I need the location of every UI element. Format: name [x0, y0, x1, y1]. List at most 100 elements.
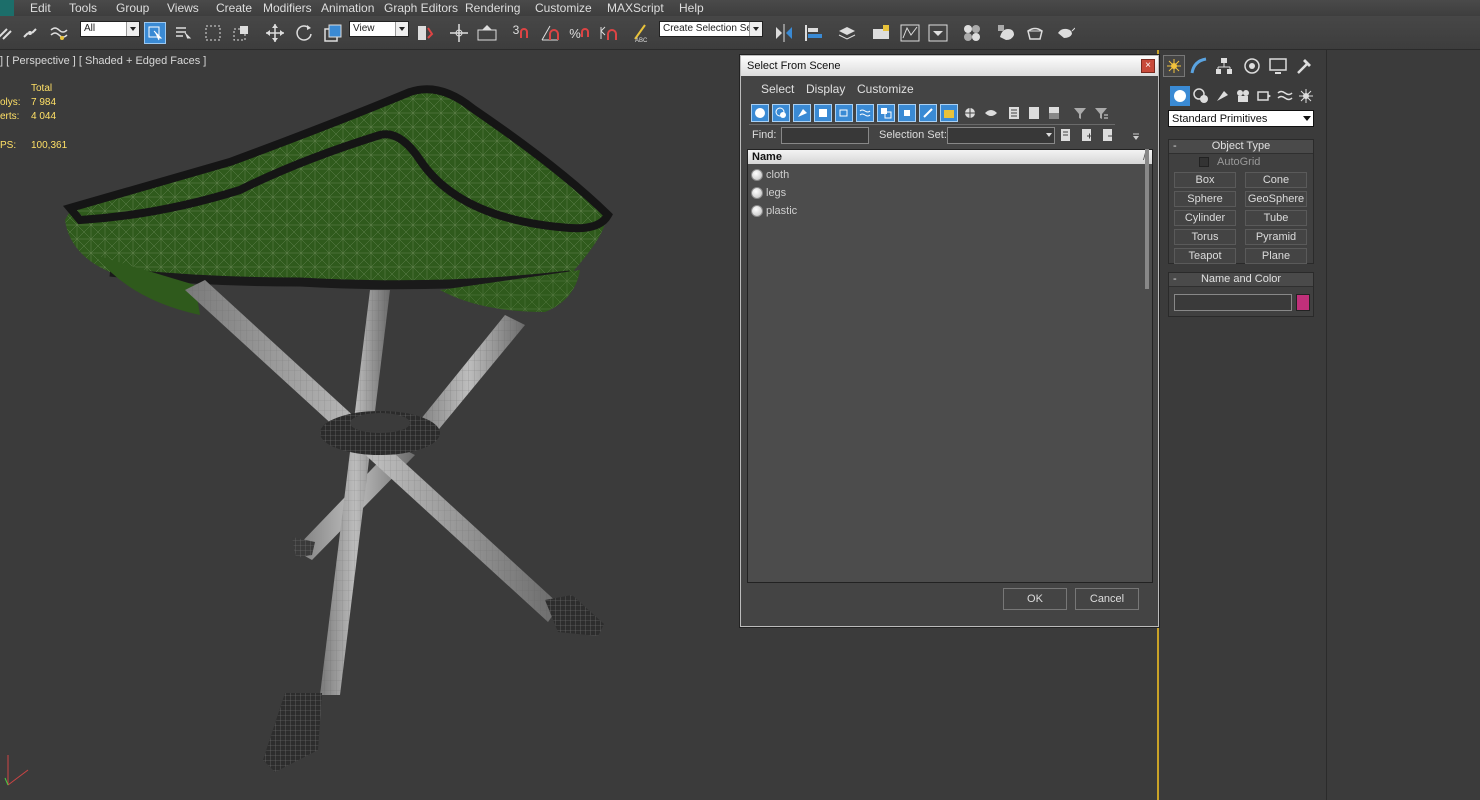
- name-and-color-header[interactable]: - Name and Color: [1169, 273, 1313, 287]
- torus-button[interactable]: Torus: [1174, 229, 1236, 245]
- link-icon[interactable]: [0, 22, 16, 44]
- menu-graph-editors[interactable]: Graph Editors: [384, 1, 458, 15]
- display-hidden-icon[interactable]: [982, 104, 1000, 122]
- display-containers-icon[interactable]: [940, 104, 958, 122]
- rendered-frame-window-icon[interactable]: [1024, 22, 1046, 44]
- find-input[interactable]: [781, 127, 869, 144]
- object-color-swatch[interactable]: [1296, 294, 1310, 311]
- render-production-icon[interactable]: [1054, 22, 1076, 44]
- sphere-button[interactable]: Sphere: [1174, 191, 1236, 207]
- lights-category-icon[interactable]: [1212, 86, 1232, 106]
- systems-category-icon[interactable]: [1296, 86, 1316, 106]
- align-icon[interactable]: [802, 22, 824, 44]
- display-geometry-icon[interactable]: [751, 104, 769, 122]
- render-setup-icon[interactable]: [995, 22, 1017, 44]
- display-shapes-icon[interactable]: [772, 104, 790, 122]
- display-frozen-icon[interactable]: [961, 104, 979, 122]
- object-type-header[interactable]: - Object Type: [1169, 140, 1313, 154]
- keyboard-shortcut-override-icon[interactable]: [476, 22, 498, 44]
- expand-toolbar-icon[interactable]: [1127, 129, 1145, 147]
- remove-from-selection-set-icon[interactable]: [1099, 126, 1117, 144]
- helpers-category-icon[interactable]: [1254, 86, 1274, 106]
- select-by-name-icon[interactable]: [172, 22, 194, 44]
- select-manipulate-icon[interactable]: [448, 22, 470, 44]
- spinner-snap-icon[interactable]: [597, 22, 619, 44]
- cylinder-button[interactable]: Cylinder: [1174, 210, 1236, 226]
- menu-modifiers[interactable]: Modifiers: [263, 1, 312, 15]
- teapot-button[interactable]: Teapot: [1174, 248, 1236, 264]
- pyramid-button[interactable]: Pyramid: [1245, 229, 1307, 245]
- pivot-center-icon[interactable]: [414, 22, 436, 44]
- object-list[interactable]: Name/ cloth legs plastic: [747, 149, 1153, 583]
- schematic-view-icon[interactable]: [927, 22, 949, 44]
- plane-button[interactable]: Plane: [1245, 248, 1307, 264]
- autogrid-checkbox[interactable]: [1199, 157, 1209, 167]
- display-helpers-icon[interactable]: [835, 104, 853, 122]
- reference-coordinate-dropdown[interactable]: View: [349, 21, 409, 37]
- display-lights-icon[interactable]: [793, 104, 811, 122]
- menu-customize[interactable]: Customize: [535, 1, 592, 15]
- snaps-toggle-icon[interactable]: 3: [510, 22, 532, 44]
- edit-named-selection-icon[interactable]: ABC: [630, 22, 652, 44]
- unlink-icon[interactable]: [19, 22, 41, 44]
- selection-set-dropdown[interactable]: [947, 127, 1055, 144]
- create-selection-set-icon[interactable]: [1057, 126, 1075, 144]
- select-invert-icon[interactable]: [1045, 104, 1063, 122]
- geosphere-button[interactable]: GeoSphere: [1245, 191, 1307, 207]
- utilities-tab-icon[interactable]: [1293, 55, 1315, 77]
- name-column-header[interactable]: Name/: [748, 150, 1152, 164]
- menu-maxscript[interactable]: MAXScript: [607, 1, 664, 15]
- move-icon[interactable]: [264, 22, 286, 44]
- box-button[interactable]: Box: [1174, 172, 1236, 188]
- select-none-icon[interactable]: [1025, 104, 1043, 122]
- geometry-category-icon[interactable]: [1170, 86, 1190, 106]
- tube-button[interactable]: Tube: [1245, 210, 1307, 226]
- layer-manager-icon[interactable]: [836, 22, 858, 44]
- dialog-menu-select[interactable]: Select: [761, 82, 794, 96]
- display-space-warps-icon[interactable]: [856, 104, 874, 122]
- select-all-icon[interactable]: [1005, 104, 1023, 122]
- space-warps-category-icon[interactable]: [1275, 86, 1295, 106]
- display-cameras-icon[interactable]: [814, 104, 832, 122]
- menu-create[interactable]: Create: [216, 1, 252, 15]
- shapes-category-icon[interactable]: [1191, 86, 1211, 106]
- menu-edit[interactable]: Edit: [30, 1, 51, 15]
- display-tab-icon[interactable]: [1267, 55, 1289, 77]
- list-item-plastic[interactable]: plastic: [748, 202, 1144, 220]
- material-editor-icon[interactable]: [961, 22, 983, 44]
- display-xrefs-icon[interactable]: [898, 104, 916, 122]
- menu-animation[interactable]: Animation: [321, 1, 374, 15]
- category-dropdown[interactable]: Standard Primitives: [1168, 110, 1314, 127]
- filter-options-icon[interactable]: [1092, 104, 1110, 122]
- modify-tab-icon[interactable]: [1188, 55, 1210, 77]
- ok-button[interactable]: OK: [1003, 588, 1067, 610]
- scale-icon[interactable]: [322, 22, 344, 44]
- add-to-selection-set-icon[interactable]: [1078, 126, 1096, 144]
- filter-icon[interactable]: [1071, 104, 1089, 122]
- list-scrollbar[interactable]: [1145, 149, 1149, 289]
- select-object-button[interactable]: [144, 22, 166, 44]
- rotate-icon[interactable]: [293, 22, 315, 44]
- ribbon-toggle-icon[interactable]: [870, 22, 892, 44]
- list-item-legs[interactable]: legs: [748, 184, 1144, 202]
- display-bones-icon[interactable]: [919, 104, 937, 122]
- cameras-category-icon[interactable]: [1233, 86, 1253, 106]
- named-selection-set-dropdown[interactable]: Create Selection Se: [659, 21, 763, 37]
- hierarchy-tab-icon[interactable]: [1213, 55, 1235, 77]
- menu-views[interactable]: Views: [167, 1, 199, 15]
- dialog-menu-customize[interactable]: Customize: [857, 82, 914, 96]
- percent-snap-icon[interactable]: %: [568, 22, 590, 44]
- cancel-button[interactable]: Cancel: [1075, 588, 1139, 610]
- dialog-menu-display[interactable]: Display: [806, 82, 845, 96]
- create-tab-icon[interactable]: [1163, 55, 1185, 77]
- rect-selection-region-icon[interactable]: [202, 22, 224, 44]
- app-logo-icon[interactable]: [0, 0, 14, 16]
- bind-space-warp-icon[interactable]: [48, 22, 70, 44]
- object-name-input[interactable]: [1174, 294, 1292, 311]
- selection-filter-dropdown[interactable]: All: [80, 21, 140, 37]
- angle-snap-icon[interactable]: [539, 22, 561, 44]
- cone-button[interactable]: Cone: [1245, 172, 1307, 188]
- list-item-cloth[interactable]: cloth: [748, 166, 1144, 184]
- window-crossing-icon[interactable]: [230, 22, 252, 44]
- close-icon[interactable]: ×: [1141, 59, 1155, 73]
